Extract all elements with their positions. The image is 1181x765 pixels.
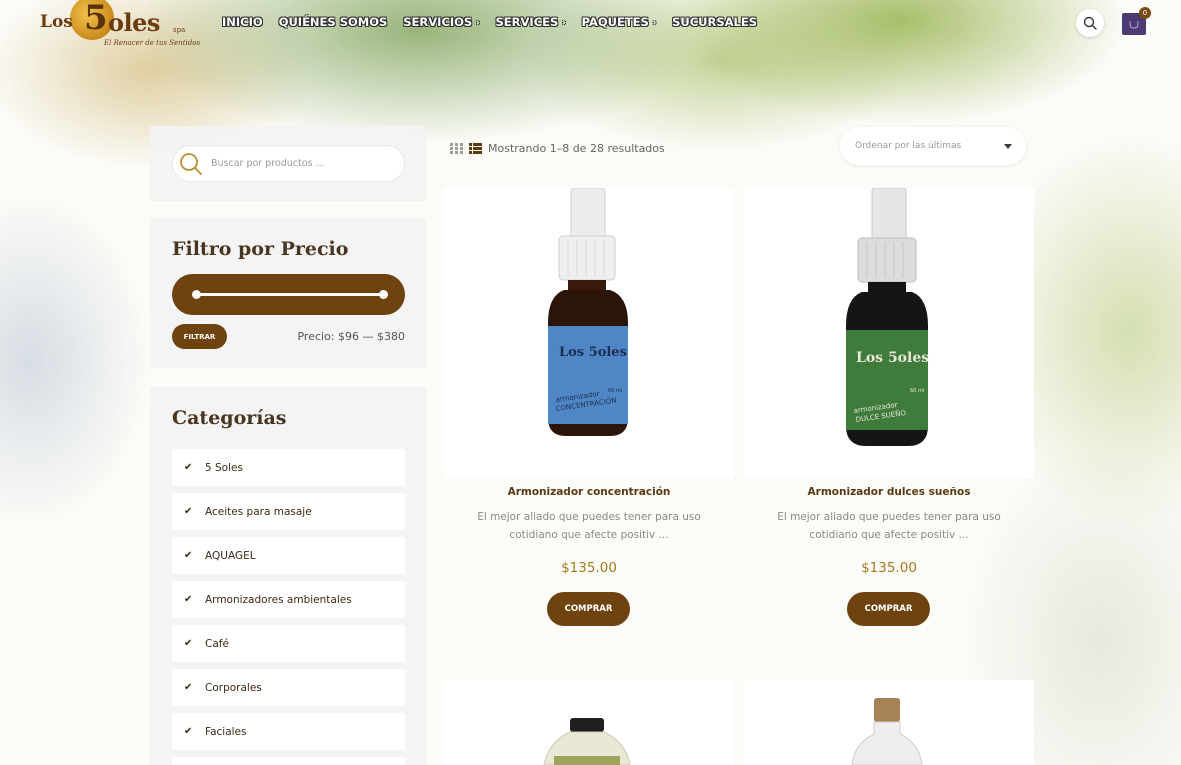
categories-widget: Categorías ✔ 5 Soles ✔ Aceites para masaje… [150, 387, 427, 765]
chevron-right-icon: › [562, 17, 566, 27]
check-icon: ✔ [184, 594, 193, 605]
product-search-input[interactable] [211, 158, 391, 169]
caret-down-icon [1004, 143, 1012, 149]
bottle-brand-text: Los 5oles [856, 350, 929, 366]
bottle-volume: 60 ml [608, 388, 622, 394]
nav-paquetes[interactable]: PAQUETES › [582, 15, 657, 29]
bottle-brand-text: Los 5oles [559, 345, 627, 360]
category-label: Faciales [205, 725, 247, 738]
product-search-field[interactable] [172, 145, 405, 182]
price-filter-widget: Filtro por Precio FILTRAR Precio: $96 — … [150, 218, 427, 368]
nav-label: PAQUETES [581, 15, 649, 29]
category-label: Armonizadores ambientales [205, 593, 352, 606]
product-description: El mejor aliado que puedes tener para us… [777, 511, 1001, 541]
check-icon: ✔ [184, 638, 193, 649]
check-icon: ✔ [184, 506, 193, 517]
nav-label: QUIÉNES SOMOS [278, 15, 388, 29]
product-price: $135.00 [561, 560, 617, 576]
list-view-icon[interactable] [469, 143, 482, 154]
categories-title: Categorías [172, 407, 287, 429]
header-search-button[interactable] [1076, 9, 1104, 37]
nav-inicio[interactable]: INICIO [222, 15, 263, 29]
product-title[interactable]: Armonizador dulces sueños [744, 486, 1034, 498]
check-icon: ✔ [184, 550, 193, 561]
search-icon [1083, 16, 1097, 30]
category-list: ✔ 5 Soles ✔ Aceites para masaje ✔ AQUAGEL ✔… [172, 449, 405, 765]
category-item[interactable]: ✔ 5 Soles [172, 449, 405, 486]
search-icon [180, 152, 202, 175]
product-image[interactable] [444, 680, 734, 765]
price-range-text: Precio: $96 — $380 [297, 330, 405, 343]
cart-count-badge: 0 [1139, 7, 1151, 19]
logo-tagline: El Renacer de tus Sentidos [104, 39, 201, 47]
bottle-volume: 60 ml [910, 388, 924, 394]
category-label: 5 Soles [205, 461, 243, 474]
product-price: $135.00 [861, 560, 917, 576]
chevron-right-icon: › [476, 17, 480, 27]
category-item[interactable] [172, 757, 405, 765]
buy-button[interactable]: COMPRAR [847, 592, 930, 626]
product-image[interactable] [744, 680, 1034, 765]
slider-min-handle[interactable] [192, 290, 201, 299]
category-item[interactable]: ✔ Armonizadores ambientales [172, 581, 405, 618]
product-description: El mejor aliado que puedes tener para us… [477, 511, 701, 541]
category-item[interactable]: ✔ Faciales [172, 713, 405, 750]
site-logo[interactable]: Los 5 oles spa El Renacer de tus Sentido… [40, 0, 200, 52]
price-range-slider[interactable] [172, 274, 405, 315]
category-item[interactable]: ✔ Café [172, 625, 405, 662]
category-label: Aceites para masaje [205, 505, 312, 518]
check-icon: ✔ [184, 462, 193, 473]
cart-icon [1129, 20, 1139, 29]
logo-los-text: Los [40, 12, 73, 32]
orderby-selected-value: Ordenar por las últimas [855, 141, 962, 151]
oil-bottle-image [543, 718, 631, 765]
product-title[interactable]: Armonizador concentración [444, 486, 734, 498]
nav-quienes-somos[interactable]: QUIÉNES SOMOS [279, 15, 388, 29]
cart-button[interactable]: 0 [1122, 7, 1151, 35]
check-icon: ✔ [184, 682, 193, 693]
product-image[interactable]: Los 5oles armonizador CONCENTRACIÓN 60 m… [444, 188, 734, 478]
category-label: Corporales [205, 681, 262, 694]
cork-bottle-image [851, 698, 923, 765]
buy-button[interactable]: COMPRAR [547, 592, 630, 626]
orderby-select[interactable]: Ordenar por las últimas [840, 127, 1026, 165]
spray-bottle-image: Los 5oles armonizador DULCE SUEÑO 60 ml [846, 188, 929, 446]
spray-bottle-image: Los 5oles armonizador CONCENTRACIÓN 60 m… [548, 188, 628, 436]
chevron-right-icon: › [652, 17, 657, 27]
nav-sucursales[interactable]: SUCURSALES [672, 15, 757, 29]
slider-track [196, 293, 383, 296]
nav-services[interactable]: SERVICES › [496, 15, 566, 29]
category-item[interactable]: ✔ Aceites para masaje [172, 493, 405, 530]
product-image[interactable]: Los 5oles armonizador DULCE SUEÑO 60 ml [744, 188, 1034, 478]
filter-button[interactable]: FILTRAR [172, 324, 227, 349]
check-icon: ✔ [184, 726, 193, 737]
category-item[interactable]: ✔ Corporales [172, 669, 405, 706]
nav-label: SERVICIOS [403, 15, 473, 29]
price-filter-title: Filtro por Precio [172, 238, 349, 260]
view-switcher [450, 143, 482, 154]
main-nav: INICIO QUIÉNES SOMOS SERVICIOS › SERVICES… [222, 15, 757, 29]
grid-view-icon[interactable] [450, 143, 463, 154]
results-count: Mostrando 1–8 de 28 resultados [488, 142, 665, 155]
nav-label: INICIO [222, 15, 263, 29]
logo-soles-text: oles [108, 8, 160, 37]
category-item[interactable]: ✔ AQUAGEL [172, 537, 405, 574]
nav-label: SERVICES [495, 15, 559, 29]
logo-five-text: 5 [84, 0, 108, 38]
logo-spa-text: spa [173, 26, 186, 34]
nav-servicios[interactable]: SERVICIOS › [403, 15, 479, 29]
category-label: AQUAGEL [205, 549, 256, 562]
nav-label: SUCURSALES [672, 15, 758, 29]
category-label: Café [205, 637, 229, 650]
slider-max-handle[interactable] [379, 290, 388, 299]
product-search-widget [150, 126, 427, 201]
